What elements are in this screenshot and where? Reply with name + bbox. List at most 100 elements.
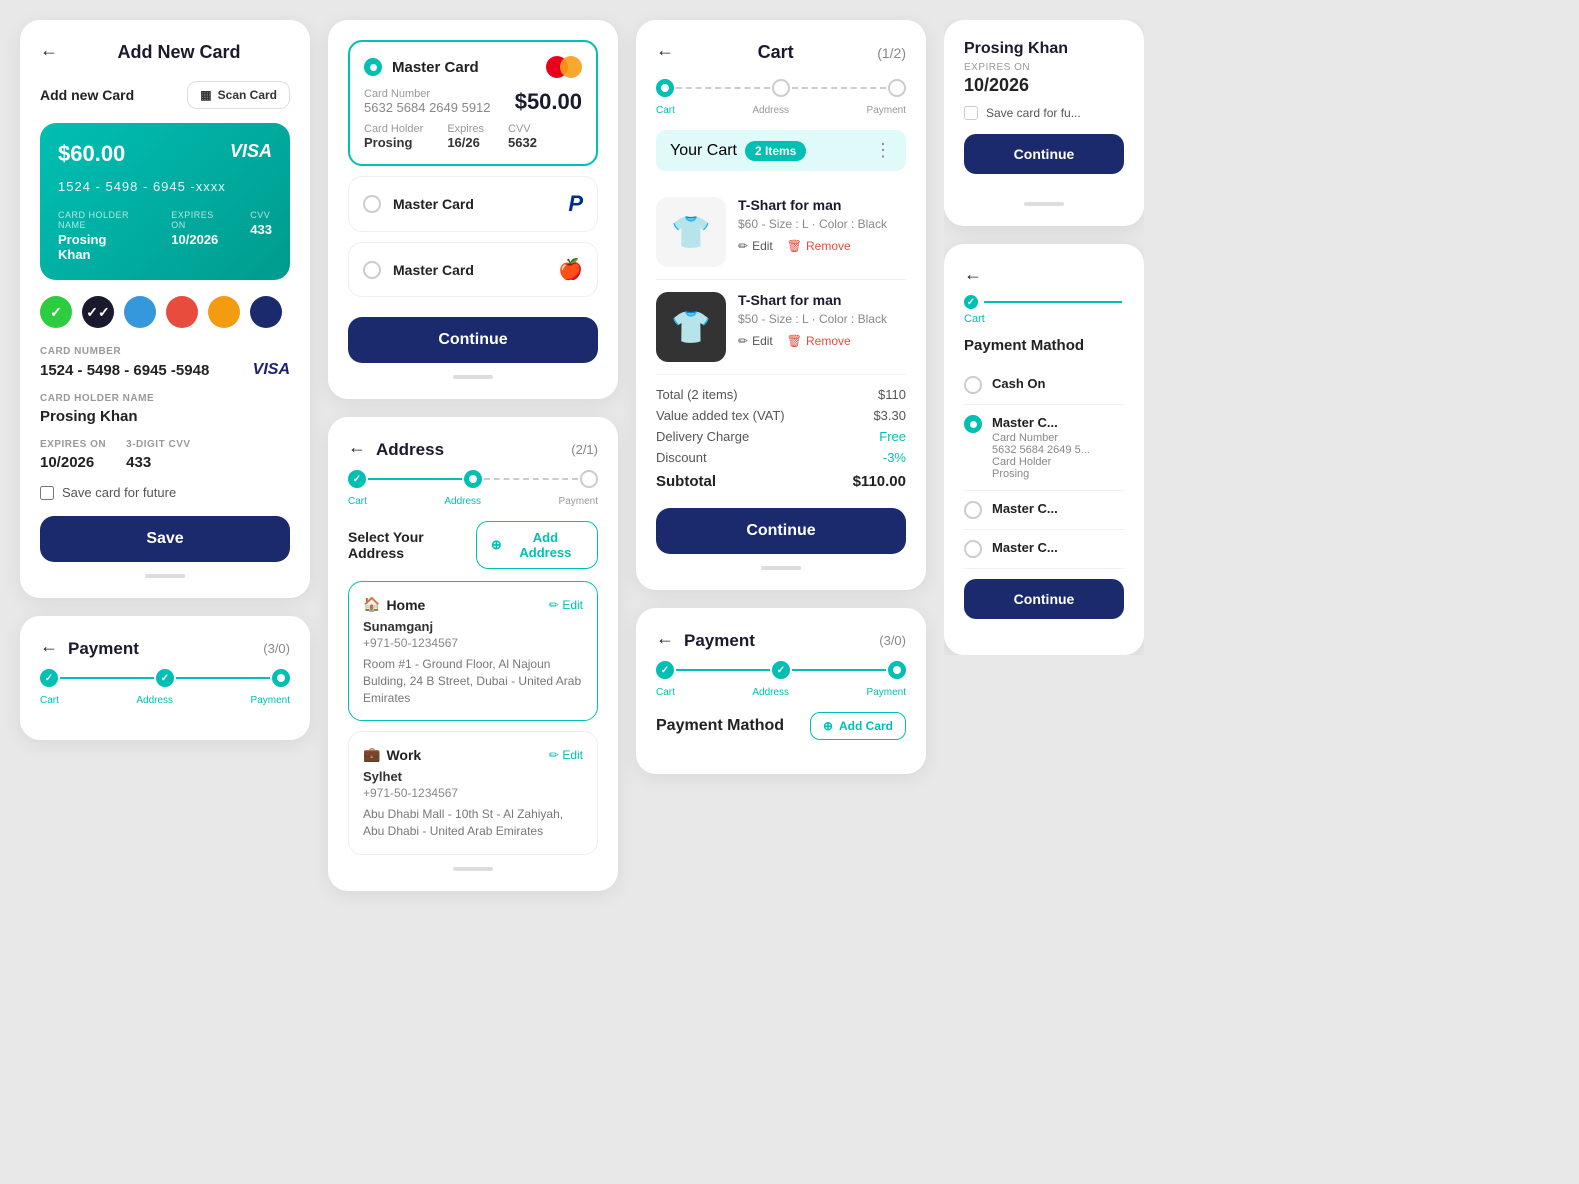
step-address-pay3: Address xyxy=(752,687,789,698)
expires-value2: 10/2026 xyxy=(40,454,106,471)
step-payment-addr: Payment xyxy=(559,496,598,507)
back-arrow-partial[interactable]: ← xyxy=(964,264,982,285)
address-home[interactable]: 🏠 Home ✏ Edit Sunamganj +971-50-1234567 … xyxy=(348,581,598,721)
step-label-cart-col1: Cart xyxy=(40,695,59,706)
partial-expires-label: EXPIRES ON xyxy=(964,62,1124,73)
cart-edit-1[interactable]: ✏ Edit xyxy=(738,239,773,253)
swatch-green[interactable] xyxy=(40,296,72,328)
totals-section: Total (2 items) $110 Value added tex (VA… xyxy=(656,375,906,508)
swatch-navy[interactable] xyxy=(250,296,282,328)
partial-panel-top: Prosing Khan EXPIRES ON 10/2026 Save car… xyxy=(944,20,1144,226)
plus-icon: ⊕ xyxy=(491,537,502,553)
cart-item-1: 👕 T-Shart for man $60 - Size : L · Color… xyxy=(656,185,906,280)
payment-page-col3: (3/0) xyxy=(879,633,906,648)
home-icon: 🏠 xyxy=(363,596,380,613)
card-name-apple: Master Card xyxy=(393,262,474,278)
radio-selected xyxy=(364,58,382,76)
stepper-col1 xyxy=(40,669,290,687)
mc-selected-name: Master C... xyxy=(992,415,1124,430)
card-item-paypal[interactable]: Master Card P xyxy=(348,176,598,232)
swatch-blue[interactable] xyxy=(124,296,156,328)
cart-edit-2[interactable]: ✏ Edit xyxy=(738,334,773,348)
cvv-label3: CVV xyxy=(508,123,537,135)
delivery-value: Free xyxy=(879,429,906,444)
expires-val: 16/26 xyxy=(447,135,484,150)
step-cart-pay3: Cart xyxy=(656,687,675,698)
payment-panel-col3: ← Payment (3/0) Cart Address Payment Pay… xyxy=(636,608,926,774)
back-arrow-payment1[interactable]: ← xyxy=(40,636,58,657)
save-button[interactable]: Save xyxy=(40,516,290,562)
home-edit-button[interactable]: ✏ Edit xyxy=(549,598,583,612)
partial-continue-bottom[interactable]: Continue xyxy=(964,579,1124,619)
back-arrow-payment3[interactable]: ← xyxy=(656,628,674,649)
cart-item-subtitle-2: $50 - Size : L · Color : Black xyxy=(738,312,906,326)
step-labels-addr: Cart Address Payment xyxy=(348,496,598,507)
back-arrow-address[interactable]: ← xyxy=(348,437,366,458)
back-arrow-add-card[interactable]: ← xyxy=(40,40,58,61)
step-line-1-addr xyxy=(368,478,462,480)
add-address-button[interactable]: ⊕ Add Address xyxy=(476,521,598,569)
save-card-label: Save card for future xyxy=(62,485,176,500)
cart-remove-2[interactable]: 🗑 Remove xyxy=(787,334,851,348)
mc-2-name: Master C... xyxy=(992,501,1124,516)
step-cart-addr: Cart xyxy=(348,496,367,507)
step-payment-pay3: Payment xyxy=(867,687,906,698)
step-line-2-cart xyxy=(792,87,886,89)
card-number-field: CARD NUMBER 1524 - 5498 - 6945 -5948 VIS… xyxy=(40,346,290,379)
swatch-dark[interactable]: ✓ xyxy=(82,296,114,328)
partial-continue-button[interactable]: Continue xyxy=(964,134,1124,174)
mastercard-icon-selected xyxy=(546,56,582,78)
step-line-2-col1 xyxy=(176,677,270,679)
save-card-checkbox[interactable] xyxy=(40,486,54,500)
swatch-gold[interactable] xyxy=(208,296,240,328)
cart-title: Cart xyxy=(758,42,794,63)
step-labels-cart: Cart Address Payment xyxy=(656,105,906,116)
payment-option-cash[interactable]: Cash On xyxy=(964,366,1124,405)
selected-card-item[interactable]: Master Card Card Number 5632 5684 2649 5… xyxy=(348,40,598,166)
bottom-indicator-partial-top xyxy=(1024,202,1064,206)
cart-remove-1[interactable]: 🗑 Remove xyxy=(787,239,851,253)
col-partial: Prosing Khan EXPIRES ON 10/2026 Save car… xyxy=(944,20,1144,655)
payment-option-mc-3[interactable]: Master C... xyxy=(964,530,1124,569)
back-arrow-cart[interactable]: ← xyxy=(656,40,674,61)
total-label: Total (2 items) xyxy=(656,387,738,402)
mc-2-info: Master C... xyxy=(992,501,1124,518)
holder-label: CARD HOLDER NAME xyxy=(58,210,141,230)
scan-card-button[interactable]: ▦ Scan Card xyxy=(187,81,290,109)
card-item-apple[interactable]: Master Card 🍎 xyxy=(348,242,598,297)
step-dot-payment-cart xyxy=(888,79,906,97)
mc-3-info: Master C... xyxy=(992,540,1124,557)
partial-save-checkbox[interactable] xyxy=(964,106,978,120)
continue-button-col2[interactable]: Continue xyxy=(348,317,598,363)
three-dots-menu[interactable]: ⋮ xyxy=(874,140,892,161)
discount-value: -3% xyxy=(883,450,906,465)
subtotal-label: Subtotal xyxy=(656,473,716,490)
bottom-indicator-address xyxy=(453,867,493,871)
radio-cash xyxy=(964,376,982,394)
card-holder-field: CARD HOLDER NAME Prosing Khan xyxy=(40,393,290,425)
stepper-payment3 xyxy=(656,661,906,679)
step-address-cart: Address xyxy=(752,105,789,116)
card-number-value: 1524 - 5498 - 6945 -5948 xyxy=(40,362,209,379)
card-holder-label: CARD HOLDER NAME xyxy=(40,393,290,404)
holder-value: Prosing Khan xyxy=(58,232,141,262)
cart-item-subtitle-1: $60 - Size : L · Color : Black xyxy=(738,217,906,231)
continue-button-cart[interactable]: Continue xyxy=(656,508,906,554)
mc-card-number-value: 5632 5684 2649 5... xyxy=(992,444,1124,456)
payment-option-mastercard-selected[interactable]: Master C... Card Number 5632 5684 2649 5… xyxy=(964,405,1124,491)
credit-card-visual: $60.00 VISA 1524 - 5498 - 6945 -xxxx CAR… xyxy=(40,123,290,280)
work-edit-button[interactable]: ✏ Edit xyxy=(549,748,583,762)
cvv-label2: 3-DIGIT CVV xyxy=(126,439,190,450)
address-work[interactable]: 💼 Work ✏ Edit Sylhet +971-50-1234567 Abu… xyxy=(348,731,598,855)
add-card-button-pay3[interactable]: ⊕ Add Card xyxy=(810,712,906,740)
payment-title-col1: Payment xyxy=(68,639,139,659)
cvv-field: 3-DIGIT CVV 433 xyxy=(126,439,190,471)
swatch-red[interactable] xyxy=(166,296,198,328)
cvv-val: 5632 xyxy=(508,135,537,150)
payment-option-mc-2[interactable]: Master C... xyxy=(964,491,1124,530)
cash-option-info: Cash On xyxy=(992,376,1124,393)
partial-payment-title: Payment Mathod xyxy=(964,337,1124,354)
step-label-address-col1: Address xyxy=(136,695,173,706)
radio-apple xyxy=(363,261,381,279)
delivery-label: Delivery Charge xyxy=(656,429,749,444)
